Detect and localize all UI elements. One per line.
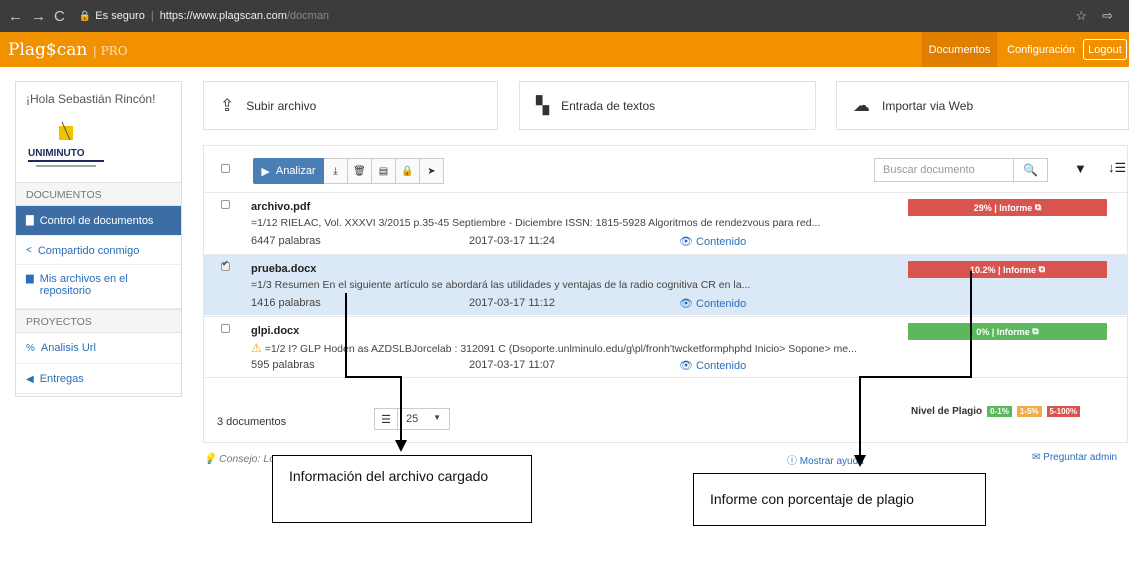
annotation-report-info: Informe con porcentaje de plagio [693, 473, 986, 526]
arrow-line-report [859, 271, 972, 458]
annotation-file-info: Información del archivo cargado [272, 455, 532, 523]
arrow-line-file-info [345, 293, 402, 443]
arrowhead-file-info [395, 440, 407, 452]
arrowhead-report [854, 455, 866, 467]
